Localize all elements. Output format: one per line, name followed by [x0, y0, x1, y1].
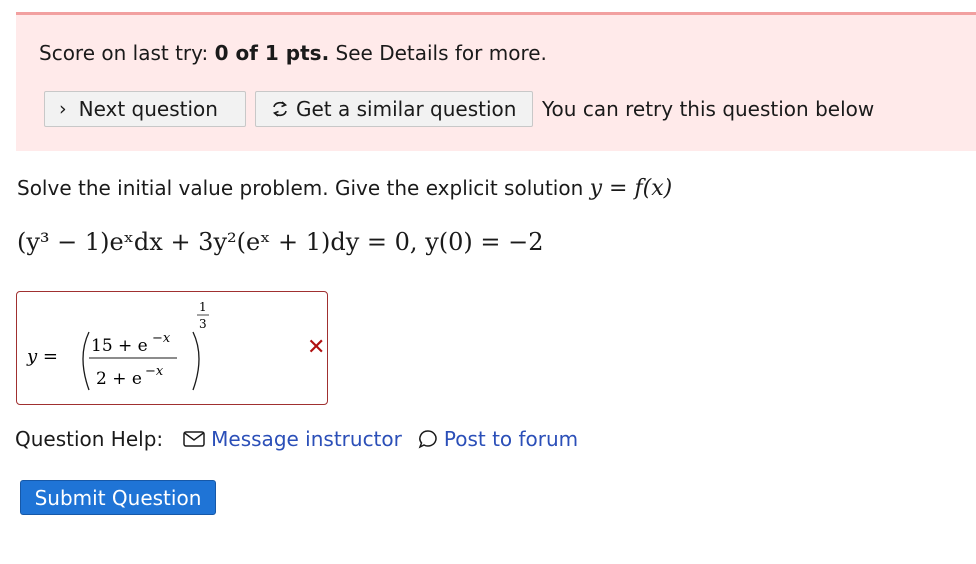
next-question-label: Next question: [78, 97, 218, 121]
post-to-forum-link[interactable]: Post to forum: [418, 427, 578, 451]
next-question-button[interactable]: › Next question: [44, 91, 246, 127]
speech-bubble-icon: [418, 430, 437, 449]
numerator-exponent: −x: [152, 331, 171, 346]
answer-math: y = 15 + e −x 2 + e −x 1 3: [26, 300, 209, 391]
similar-question-label: Get a similar question: [296, 97, 517, 121]
submit-question-button[interactable]: Submit Question: [20, 480, 216, 515]
chevron-right-icon: ›: [59, 98, 67, 120]
answer-lhs: y =: [26, 346, 58, 367]
outer-exponent-numerator: 1: [199, 300, 207, 314]
refresh-icon: [272, 101, 288, 117]
question-help-label: Question Help:: [15, 427, 164, 451]
left-paren: [82, 331, 90, 391]
question-equation: (y³ − 1)eˣdx + 3y²(eˣ + 1)dy = 0, y(0) =…: [17, 228, 544, 256]
score-line: Score on last try: 0 of 1 pts. See Detai…: [39, 41, 547, 65]
denominator-exponent: −x: [145, 364, 164, 379]
message-instructor-link[interactable]: Message instructor: [183, 427, 402, 451]
score-value: 0 of 1 pts.: [214, 41, 330, 65]
message-instructor-label: Message instructor: [211, 427, 402, 451]
score-panel: Score on last try: 0 of 1 pts. See Detai…: [16, 12, 976, 151]
outer-exponent-denominator: 3: [199, 317, 207, 331]
question-prompt: Solve the initial value problem. Give th…: [17, 176, 672, 201]
denominator: 2 + e: [96, 369, 142, 389]
question-prompt-math: y = f(x): [589, 176, 673, 201]
retry-text: You can retry this question below: [542, 97, 875, 121]
similar-question-button[interactable]: Get a similar question: [255, 91, 533, 127]
numerator: 15 + e: [91, 336, 148, 356]
score-suffix: See Details for more.: [329, 41, 547, 65]
question-prompt-text: Solve the initial value problem. Give th…: [17, 176, 590, 200]
score-prefix: Score on last try:: [39, 41, 215, 65]
incorrect-icon: ✕: [307, 335, 326, 360]
answer-box[interactable]: y = 15 + e −x 2 + e −x 1 3 ✕: [16, 291, 328, 405]
post-to-forum-label: Post to forum: [443, 427, 579, 451]
question-help: Question Help: Message instructor Post t…: [15, 427, 578, 451]
envelope-icon: [183, 431, 205, 447]
right-paren: [192, 331, 200, 391]
